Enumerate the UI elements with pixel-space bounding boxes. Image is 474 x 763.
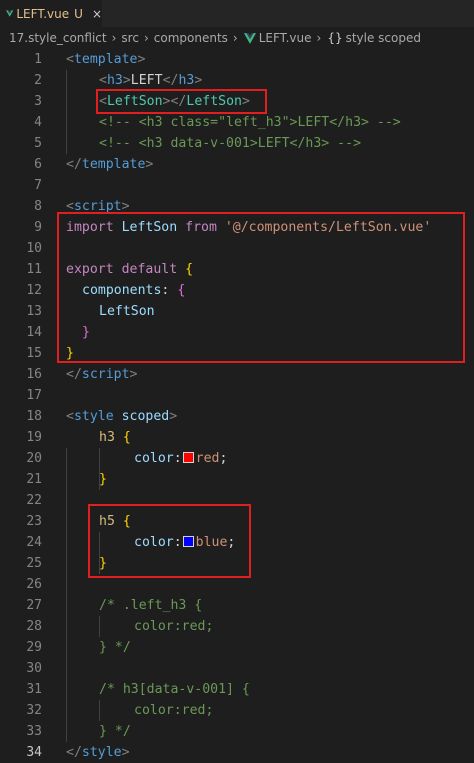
code-line: 20 color: red; (0, 448, 474, 469)
vue-file-icon (243, 32, 256, 44)
line-number: 14 (26, 325, 42, 340)
line-number: 2 (34, 73, 42, 88)
breadcrumb-folder[interactable]: 17.style_conflict (9, 31, 107, 45)
highlight-box-leftson-tag (96, 89, 267, 114)
code-line: 32 color:red; (0, 700, 474, 721)
code-comment: } */ (99, 640, 131, 655)
line-number: 9 (34, 220, 42, 235)
line-number: 18 (26, 409, 42, 424)
code-line: 33 } */ (0, 721, 474, 742)
code-comment: color:red; (134, 703, 214, 718)
code-comment: /* .left_h3 { (99, 598, 203, 613)
code-comment: color:red; (134, 619, 214, 634)
line-number: 10 (26, 241, 42, 256)
line-number: 33 (26, 724, 42, 739)
line-number: 22 (26, 493, 42, 508)
code-editor[interactable]: 1 <template> 2 <h3>LEFT</h3> 3 <LeftSon>… (0, 49, 474, 760)
code-line: 4 <!-- <h3 class="left_h3">LEFT</h3> --> (0, 112, 474, 133)
line-number: 29 (26, 640, 42, 655)
line-number: 30 (26, 661, 42, 676)
code-line: 28 color:red; (0, 616, 474, 637)
highlight-box-script-block (57, 212, 465, 363)
code-text: color: red; (134, 451, 228, 466)
code-comment: <!-- <h3 data-v-001>LEFT</h3> --> (99, 136, 362, 151)
vue-file-icon (6, 10, 14, 17)
code-text: <h3>LEFT</h3> (99, 73, 203, 88)
code-line: 17 (0, 385, 474, 406)
braces-icon: {} (327, 31, 343, 45)
line-number: 23 (26, 514, 42, 529)
line-number: 8 (34, 199, 42, 214)
code-line: 29 } */ (0, 637, 474, 658)
line-number: 15 (26, 346, 42, 361)
code-text: <template> (66, 52, 146, 67)
code-text: } (99, 472, 107, 487)
color-swatch-red[interactable] (182, 452, 194, 463)
line-number: 3 (34, 94, 42, 109)
code-line: 2 <h3>LEFT</h3> (0, 70, 474, 91)
line-number: 7 (34, 178, 42, 193)
line-number: 5 (34, 136, 42, 151)
chevron-right-icon: › (316, 31, 322, 45)
code-line: 27 /* .left_h3 { (0, 595, 474, 616)
code-line: 7 (0, 175, 474, 196)
line-number: 31 (26, 682, 42, 697)
line-number: 20 (26, 451, 42, 466)
line-number: 26 (26, 577, 42, 592)
code-text: <style scoped> (66, 409, 178, 424)
line-number: 21 (26, 472, 42, 487)
line-number: 13 (26, 304, 42, 319)
line-number: 32 (26, 703, 42, 718)
line-number: 6 (34, 157, 42, 172)
line-number: 25 (26, 556, 42, 571)
code-line: 6 </template> (0, 154, 474, 175)
line-number: 11 (26, 262, 42, 277)
tab-bar: LEFT.vue U × (0, 0, 474, 27)
line-number: 28 (26, 619, 42, 634)
line-number: 4 (34, 115, 42, 130)
highlight-box-h5-rule (88, 504, 251, 578)
line-number: 27 (26, 598, 42, 613)
code-line: 16 </script> (0, 364, 474, 385)
line-number: 24 (26, 535, 42, 550)
tab-filename: LEFT.vue (16, 6, 70, 21)
breadcrumb: 17.style_conflict › src › components › L… (0, 27, 474, 49)
code-line: 31 /* h3[data-v-001] { (0, 679, 474, 700)
code-comment: } */ (99, 724, 131, 739)
breadcrumb-file[interactable]: LEFT.vue (259, 31, 312, 45)
untracked-badge: U (74, 6, 83, 21)
code-text: </script> (66, 367, 138, 382)
code-line: 19 h3 { (0, 427, 474, 448)
chevron-right-icon: › (111, 31, 117, 45)
code-line: 21 } (0, 469, 474, 490)
code-text: </template> (66, 157, 154, 172)
line-number: 17 (26, 388, 42, 403)
chevron-right-icon: › (232, 31, 238, 45)
breadcrumb-src[interactable]: src (121, 31, 139, 45)
code-comment: /* h3[data-v-001] { (99, 682, 250, 697)
line-number: 12 (26, 283, 42, 298)
breadcrumb-symbol[interactable]: style scoped (346, 31, 421, 45)
code-line: 5 <!-- <h3 data-v-001>LEFT</h3> --> (0, 133, 474, 154)
code-comment: <!-- <h3 class="left_h3">LEFT</h3> --> (99, 115, 401, 130)
line-number: 1 (34, 52, 42, 67)
close-icon[interactable]: × (92, 7, 102, 21)
chevron-right-icon: › (143, 31, 149, 45)
code-line: 1 <template> (0, 49, 474, 70)
code-line: 30 (0, 658, 474, 679)
breadcrumb-components[interactable]: components (154, 31, 228, 45)
tab-left-vue[interactable]: LEFT.vue U × (0, 0, 102, 27)
line-number: 16 (26, 367, 42, 382)
code-line: 18 <style scoped> (0, 406, 474, 427)
code-text: h3 { (99, 430, 131, 445)
line-number: 19 (26, 430, 42, 445)
